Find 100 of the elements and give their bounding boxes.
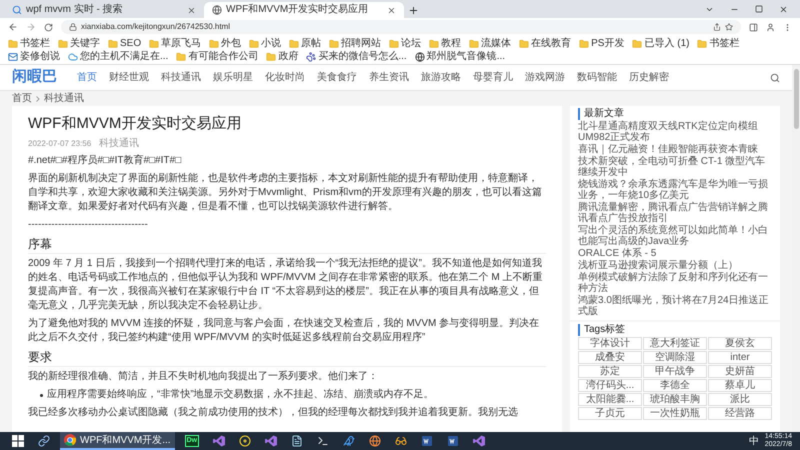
article-link[interactable]: 喜讯｜亿元融资！佳殿智能再获资本青睐 [578, 144, 772, 155]
nav-link[interactable]: 数码智能 [577, 70, 617, 85]
tag-link[interactable]: 太阳能爨... [578, 393, 642, 406]
nav-link[interactable]: 旅游攻略 [421, 70, 461, 85]
close-icon[interactable] [779, 4, 788, 14]
document-app-icon [421, 435, 434, 447]
tag-link[interactable]: 派比 [708, 393, 772, 406]
article-link[interactable]: 技术新突破，全电动可折叠 CT-1 微型汽车继续开发中 [578, 156, 772, 178]
file-icon [291, 435, 304, 447]
article-link[interactable]: ORALCE 体系 - 5 [578, 248, 772, 259]
section-heading: 要求 [28, 349, 546, 367]
nav-link[interactable]: 财经世观 [109, 70, 149, 85]
bookmark[interactable]: 书签栏 [8, 37, 50, 50]
nav-link[interactable]: 母婴育儿 [473, 70, 513, 85]
bookmark[interactable]: 原帖 [289, 37, 322, 50]
tag-link[interactable]: 意大利签证 [643, 337, 707, 350]
browser-tab[interactable]: wpf mvvm 实时 - 搜索 [4, 2, 204, 18]
site-logo[interactable]: 闲暇巴 [12, 66, 57, 89]
bookmark[interactable]: PS开发 [579, 37, 624, 50]
bookmark[interactable]: SEO [108, 37, 142, 50]
tag-link[interactable]: 经营路 [708, 407, 772, 420]
folder-icon [249, 38, 260, 48]
bookmark[interactable]: 您的主机不满足在... [68, 50, 168, 63]
tag-link[interactable]: 空调除湿 [643, 351, 707, 364]
nav-link[interactable]: 养生资讯 [369, 70, 409, 85]
windows-icon[interactable] [12, 435, 24, 447]
link-icon[interactable] [38, 435, 50, 447]
tag-link[interactable]: 琥珀酸丰胸 [643, 393, 707, 406]
bookmark[interactable]: 教程 [429, 37, 462, 50]
bookmark[interactable]: 论坛 [389, 37, 422, 50]
article-link[interactable]: 腾讯流量解密，腾讯看点广告营销详解之腾讯看点广告投放指引 [578, 202, 772, 224]
bookmark[interactable]: 书签栏 [697, 37, 740, 50]
tag-link[interactable]: 史妍苗 [708, 365, 772, 378]
tag-link[interactable]: 甲午战争 [643, 365, 707, 378]
folder-icon [289, 38, 300, 48]
bookmark[interactable]: 关键字 [58, 37, 100, 50]
article-link[interactable]: 写出个灵活的系统竟然可以如此简单！小白也能写出高级的Java业务 [578, 225, 772, 247]
back-icon[interactable] [8, 22, 18, 32]
taskbar-app[interactable]: WPF和MVVM开发... [60, 432, 175, 450]
search-icon[interactable] [770, 72, 780, 82]
article-link[interactable]: 鸿蒙3.0图纸曝光，预计将在7月24日推送正式版 [578, 295, 772, 317]
nav-link[interactable]: 游戏网游 [525, 70, 565, 85]
bookmark[interactable]: 已导入 (1) [632, 37, 690, 50]
code-editor-icon [213, 435, 226, 447]
nav-link[interactable]: 首页 [77, 70, 97, 85]
chevron-right-icon [36, 96, 40, 102]
new-tab-icon[interactable] [408, 5, 419, 16]
bookmark[interactable]: 流媒体 [469, 37, 512, 50]
nav-link[interactable]: 化妆时尚 [265, 70, 305, 85]
tag-link[interactable]: 苏定 [578, 365, 642, 378]
bookmark[interactable]: 小说 [249, 37, 282, 50]
reload-icon[interactable] [44, 22, 53, 32]
tag-link[interactable]: inter [708, 351, 772, 364]
article-link[interactable]: 烧钱游戏？余承东透露汽车是华为唯一亏损业务，一年烧10多亿美元 [578, 179, 772, 201]
bookmark[interactable]: 郑州脱气音像镜... [414, 50, 506, 63]
bookmark[interactable]: 姿修创说 [8, 50, 60, 63]
bookmark[interactable]: 外包 [209, 37, 242, 50]
bookmark[interactable]: 买来的微信号怎么... [306, 50, 407, 63]
article-link[interactable]: 浅析亚马逊搜索词展示量分额（上） [578, 260, 772, 271]
close-icon[interactable] [387, 6, 396, 14]
close-icon[interactable] [187, 6, 196, 14]
breadcrumb-link[interactable]: 首页 [12, 91, 32, 106]
paragraph: #.net#□#程序员#□#IT教育#□#IT#□ [28, 154, 182, 168]
paragraph: 我已经多次移动办公桌试图隐藏（我之前成功使用的技术），但我的经理每次都找到我并追着我更新。我别无选 [28, 406, 519, 420]
share-icon[interactable] [713, 23, 721, 31]
folder-icon [209, 38, 220, 48]
chrome-icon [64, 434, 76, 446]
profile-icon[interactable] [766, 22, 775, 32]
tag-link[interactable]: 李德全 [643, 379, 707, 392]
folder-icon [519, 38, 530, 48]
tab-title: wpf mvvm 实时 - 搜索 [26, 4, 124, 16]
ime-indicator[interactable]: 中 [748, 434, 759, 448]
tag-link[interactable]: 字体设计 [578, 337, 642, 350]
tag-link[interactable]: 湾仔码头... [578, 379, 642, 392]
side-panel-icon[interactable] [749, 22, 758, 32]
browser-tab[interactable]: WPF和MVVM开发实时交易应用 [204, 2, 404, 18]
maximize-icon[interactable] [755, 5, 763, 13]
nav-link[interactable]: 娱乐明星 [213, 70, 253, 85]
bookmark[interactable]: 在线教育 [519, 37, 572, 50]
bookmark[interactable]: 有可能合作公司 [176, 50, 258, 63]
article-link[interactable]: 北斗星通高精度双天线RTK定位定向模组UM982正式发布 [578, 121, 772, 143]
article-link[interactable]: 单例模式破解方法除了反射和序列化还有一种方法 [578, 272, 772, 294]
bookmark[interactable]: 招聘网站 [329, 37, 382, 50]
bookmark[interactable]: 政府 [266, 50, 298, 63]
glasses-icon [395, 435, 408, 447]
section-heading: 序幕 [28, 236, 546, 254]
tag-link[interactable]: 子贞元 [578, 407, 642, 420]
nav-link[interactable]: 科技通讯 [161, 70, 201, 85]
tag-link[interactable]: 夏侯玄 [708, 337, 772, 350]
tag-link[interactable]: 成叠安 [578, 351, 642, 364]
address-bar[interactable]: xianxiaba.com/kejitongxun/26742530.html [61, 20, 741, 34]
breadcrumb-link[interactable]: 科技通讯 [44, 91, 84, 106]
bookmark[interactable]: 草原飞马 [149, 37, 202, 50]
tag-link[interactable]: 一次性奶瓶 [643, 407, 707, 420]
nav-link[interactable]: 美食食疗 [317, 70, 357, 85]
paragraph: 为了避免他对我的 MVVM 连接的怀疑，我同意与客户会面，在快速交叉检查后，我的 MVVM 参与变得明显。判决在此之后不久交付，我已签约构建“使用 WPF/MVVM 的实时低延迟多线程前台交易应用程序” [28, 317, 540, 345]
folder-icon [329, 38, 340, 48]
tag-link[interactable]: 蔡卓儿 [708, 379, 772, 392]
star-icon[interactable] [725, 23, 733, 31]
nav-link[interactable]: 历史解密 [629, 70, 669, 85]
